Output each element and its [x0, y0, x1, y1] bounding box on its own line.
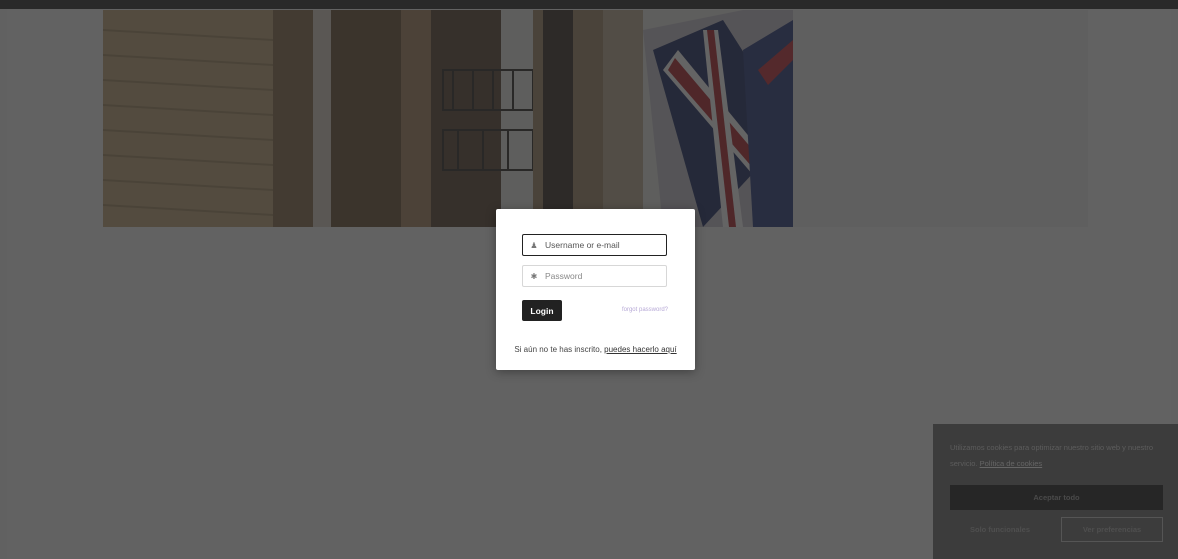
register-prefix: Si aún no te has inscrito,	[514, 345, 605, 354]
asterisk-icon: ✱	[530, 271, 538, 281]
cookie-message: Utilizamos cookies para optimizar nuestr…	[950, 440, 1165, 472]
register-text: Si aún no te has inscrito, puedes hacerl…	[496, 345, 695, 354]
username-input[interactable]	[545, 235, 663, 255]
accept-all-button[interactable]: Aceptar todo	[950, 485, 1163, 510]
login-button[interactable]: Login	[522, 300, 562, 321]
login-modal: ♟ ✱ Login forgot password? Si aún no te …	[496, 209, 695, 370]
cookie-policy-link[interactable]: Política de cookies	[980, 459, 1043, 468]
forgot-password-link[interactable]: forgot password?	[622, 307, 668, 313]
page: ♟ ✱ Login forgot password? Si aún no te …	[0, 0, 1178, 559]
register-link[interactable]: puedes hacerlo aquí	[604, 345, 677, 354]
password-field[interactable]: ✱	[522, 265, 667, 287]
functional-only-button[interactable]: Solo funcionales	[950, 517, 1050, 542]
cookie-banner: Utilizamos cookies para optimizar nuestr…	[933, 424, 1178, 559]
user-icon: ♟	[530, 240, 538, 250]
password-input[interactable]	[545, 266, 663, 286]
view-preferences-button[interactable]: Ver preferencias	[1061, 517, 1163, 542]
username-field[interactable]: ♟	[522, 234, 667, 256]
